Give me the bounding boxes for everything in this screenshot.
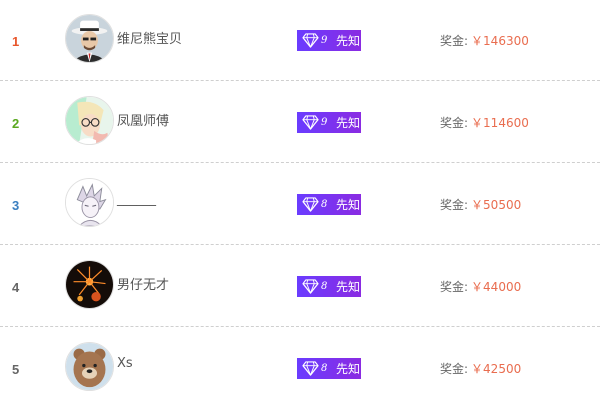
- username[interactable]: 维尼熊宝贝: [117, 28, 182, 47]
- prize-value: ￥42500: [471, 362, 522, 376]
- level-number: 8: [321, 281, 328, 292]
- user-avatar[interactable]: [65, 178, 114, 227]
- diamond-icon: [302, 115, 319, 130]
- username[interactable]: 凤凰师傅: [117, 110, 169, 129]
- badge-label: 先知: [336, 280, 361, 294]
- leaderboard-list: 1 维尼熊宝贝 9 先知 奖金: ￥146300 2 凤凰师傅 9 先知 奖金:…: [0, 0, 600, 406]
- prize-amount: 奖金: ￥114600: [440, 114, 529, 131]
- badge-label: 先知: [336, 34, 361, 48]
- prize-label: 奖金:: [440, 116, 469, 130]
- username[interactable]: Xs: [117, 356, 133, 371]
- prize-amount: 奖金: ￥50500: [440, 196, 521, 213]
- row-divider: [0, 80, 600, 81]
- man-in-white-hat-avatar-icon: [66, 15, 113, 62]
- prize-amount: 奖金: ￥146300: [440, 32, 529, 49]
- level-badge: 8 先知: [297, 194, 361, 215]
- user-avatar[interactable]: [65, 342, 114, 391]
- prize-label: 奖金:: [440, 34, 469, 48]
- anime-glasses-avatar-icon: [66, 97, 113, 144]
- user-avatar[interactable]: [65, 260, 114, 309]
- prize-value: ￥114600: [471, 116, 529, 130]
- level-badge: 9 先知: [297, 112, 361, 133]
- prize-label: 奖金:: [440, 198, 469, 212]
- badge-label: 先知: [336, 116, 361, 130]
- user-avatar[interactable]: [65, 14, 114, 63]
- badge-label: 先知: [336, 198, 361, 212]
- diamond-icon: [302, 361, 319, 376]
- level-badge: 8 先知: [297, 276, 361, 297]
- level-badge: 8 先知: [297, 358, 361, 379]
- row-divider: [0, 326, 600, 327]
- rank-number: 4: [12, 280, 20, 295]
- prize-label: 奖金:: [440, 362, 469, 376]
- rank-number: 3: [12, 198, 20, 213]
- fireworks-avatar-icon: [66, 261, 113, 308]
- diamond-icon: [302, 33, 319, 48]
- rank-number: 2: [12, 116, 20, 131]
- leaderboard-row[interactable]: 1 维尼熊宝贝 9 先知 奖金: ￥146300: [0, 0, 600, 82]
- level-badge: 9 先知: [297, 30, 361, 51]
- prize-value: ￥44000: [471, 280, 522, 294]
- leaderboard-row[interactable]: 3 ______ 8 先知 奖金: ￥50500: [0, 164, 600, 246]
- username[interactable]: 男仔无才: [117, 274, 169, 293]
- prize-amount: 奖金: ￥44000: [440, 278, 521, 295]
- rank-number: 1: [12, 34, 20, 49]
- level-number: 9: [321, 35, 328, 46]
- leaderboard-row[interactable]: 5 Xs 8 先知 奖金: ￥42500: [0, 328, 600, 406]
- prize-value: ￥50500: [471, 198, 522, 212]
- user-avatar[interactable]: [65, 96, 114, 145]
- bear-avatar-icon: [66, 343, 113, 390]
- row-divider: [0, 162, 600, 163]
- leaderboard-row[interactable]: 4 男仔无才 8 先知 奖金: ￥44000: [0, 246, 600, 328]
- sketch-character-avatar-icon: [66, 179, 113, 226]
- level-number: 8: [321, 363, 328, 374]
- row-divider: [0, 244, 600, 245]
- level-number: 8: [321, 199, 328, 210]
- prize-amount: 奖金: ￥42500: [440, 360, 521, 377]
- badge-label: 先知: [336, 362, 361, 376]
- prize-label: 奖金:: [440, 280, 469, 294]
- diamond-icon: [302, 279, 319, 294]
- level-number: 9: [321, 117, 328, 128]
- prize-value: ￥146300: [471, 34, 529, 48]
- diamond-icon: [302, 197, 319, 212]
- leaderboard-row[interactable]: 2 凤凰师傅 9 先知 奖金: ￥114600: [0, 82, 600, 164]
- username[interactable]: ______: [117, 192, 156, 207]
- rank-number: 5: [12, 362, 20, 377]
